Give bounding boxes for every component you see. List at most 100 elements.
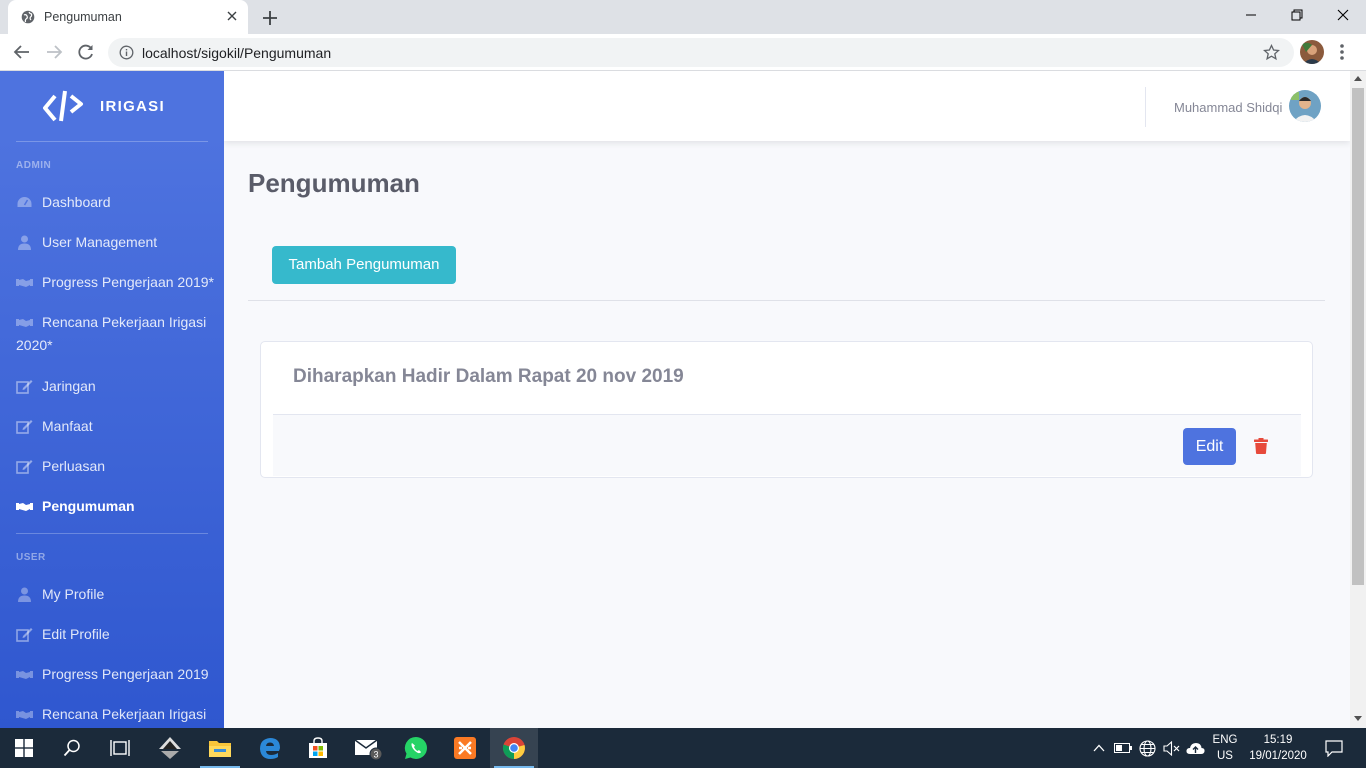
browser-toolbar: localhost/sigokil/Pengumuman bbox=[0, 34, 1366, 71]
battery-tray[interactable] bbox=[1112, 728, 1134, 768]
page-title: Pengumuman bbox=[248, 168, 420, 198]
sidebar-item-progress-pengerjaan[interactable]: Progress Pengerjaan 2019* bbox=[0, 271, 224, 294]
taskbar-app-edge[interactable] bbox=[246, 728, 294, 768]
sidebar-item-label: User Management bbox=[42, 234, 158, 250]
close-tab-icon[interactable] bbox=[224, 8, 240, 24]
tray-overflow-button[interactable] bbox=[1090, 728, 1108, 768]
handshake-icon bbox=[16, 319, 33, 327]
avatar-image bbox=[1300, 40, 1324, 64]
sidebar-item-label: Jaringan bbox=[42, 378, 96, 394]
bookmark-star-icon[interactable] bbox=[1263, 44, 1280, 61]
sidebar-heading-user: USER bbox=[16, 552, 46, 563]
edit-icon bbox=[16, 420, 33, 434]
restore-icon bbox=[1291, 9, 1303, 21]
close-icon bbox=[1337, 9, 1349, 21]
taskbar-app-inkscape[interactable] bbox=[146, 728, 194, 768]
sidebar-item-my-profile[interactable]: My Profile bbox=[0, 583, 224, 606]
user-icon bbox=[18, 587, 31, 602]
announcement-card-footer: Edit bbox=[273, 414, 1301, 476]
scroll-up-icon[interactable] bbox=[1354, 75, 1362, 81]
add-announcement-button[interactable]: Tambah Pengumuman bbox=[272, 246, 456, 284]
sidebar-item-dashboard[interactable]: Dashboard bbox=[0, 191, 224, 214]
handshake-icon bbox=[16, 711, 33, 719]
taskbar-app-mail[interactable]: 3 bbox=[344, 728, 392, 768]
trash-icon[interactable] bbox=[1254, 438, 1268, 454]
task-view-button[interactable] bbox=[96, 728, 144, 768]
start-button[interactable] bbox=[0, 728, 48, 768]
sidebar-item-label: Rencana Pekerjaan Irigasi bbox=[42, 706, 207, 722]
more-menu-icon[interactable] bbox=[1338, 42, 1346, 62]
browser-tab[interactable]: Pengumuman bbox=[8, 0, 248, 34]
sidebar-heading-admin: ADMIN bbox=[16, 160, 52, 171]
volume-tray[interactable] bbox=[1160, 728, 1182, 768]
info-icon[interactable] bbox=[119, 45, 134, 60]
sidebar-item-label: Edit Profile bbox=[42, 626, 110, 642]
reload-icon[interactable] bbox=[76, 42, 96, 62]
search-button[interactable] bbox=[48, 728, 96, 768]
sidebar-item-perluasan[interactable]: Perluasan bbox=[0, 455, 224, 478]
handshake-icon bbox=[16, 671, 33, 679]
scrollbar-thumb[interactable] bbox=[1352, 88, 1364, 585]
region-code: US bbox=[1217, 750, 1233, 762]
sidebar-brand[interactable]: IRIGASI bbox=[0, 71, 224, 141]
tachometer-icon bbox=[17, 197, 32, 207]
scroll-down-icon[interactable] bbox=[1354, 716, 1362, 722]
address-bar[interactable]: localhost/sigokil/Pengumuman bbox=[108, 38, 1294, 67]
sidebar-item-edit-profile[interactable]: Edit Profile bbox=[0, 623, 224, 646]
announcement-title: Diharapkan Hadir Dalam Rapat 20 nov 2019 bbox=[293, 366, 684, 387]
search-icon bbox=[63, 739, 80, 757]
handshake-icon bbox=[16, 503, 33, 511]
onedrive-tray[interactable] bbox=[1184, 728, 1206, 768]
handshake-icon bbox=[16, 279, 33, 287]
taskbar-app-whatsapp[interactable] bbox=[392, 728, 440, 768]
edit-icon bbox=[16, 628, 33, 642]
sidebar-item-jaringan[interactable]: Jaringan bbox=[0, 375, 224, 398]
restore-button[interactable] bbox=[1274, 0, 1320, 30]
xampp-icon bbox=[454, 737, 476, 759]
minimize-button[interactable] bbox=[1228, 0, 1274, 30]
sidebar-item-progress-pengerjaan-2019[interactable]: Progress Pengerjaan 2019 bbox=[0, 663, 224, 686]
chrome-profile-avatar[interactable] bbox=[1300, 40, 1324, 64]
taskbar-app-store[interactable] bbox=[294, 728, 342, 768]
chrome-icon bbox=[502, 737, 525, 760]
network-tray[interactable] bbox=[1136, 728, 1158, 768]
clock-time: 15:19 bbox=[1263, 734, 1293, 746]
sidebar-item-manfaat[interactable]: Manfaat bbox=[0, 415, 224, 438]
clock[interactable]: 15:19 19/01/2020 bbox=[1244, 728, 1312, 768]
topbar: Muhammad Shidqi bbox=[224, 71, 1350, 141]
notification-icon bbox=[1325, 739, 1343, 757]
sidebar-item-label: Dashboard bbox=[42, 194, 111, 210]
input-language[interactable]: ENG US bbox=[1206, 728, 1244, 768]
action-center-button[interactable] bbox=[1316, 728, 1352, 768]
store-icon bbox=[309, 737, 327, 758]
sidebar-item-pengumuman[interactable]: Pengumuman bbox=[0, 495, 224, 518]
brand-name: IRIGASI bbox=[100, 98, 165, 115]
task-view-icon bbox=[110, 740, 130, 756]
new-tab-icon[interactable] bbox=[260, 8, 280, 28]
cloud-upload-icon bbox=[1185, 742, 1205, 754]
sidebar-item-rencana-pekerjaan-2020[interactable]: Rencana Pekerjaan Irigasi 2020* bbox=[0, 311, 224, 357]
topbar-username[interactable]: Muhammad Shidqi bbox=[1174, 100, 1282, 115]
sidebar-item-user-management[interactable]: User Management bbox=[0, 231, 224, 254]
taskbar-app-xampp[interactable] bbox=[441, 728, 489, 768]
url-text: localhost/sigokil/Pengumuman bbox=[142, 45, 332, 61]
page-scrollbar[interactable] bbox=[1350, 71, 1366, 728]
sidebar-item-label: Rencana Pekerjaan Irigasi 2020* bbox=[16, 314, 207, 353]
user-icon bbox=[18, 235, 31, 250]
back-icon[interactable] bbox=[12, 42, 32, 62]
edit-button[interactable]: Edit bbox=[1183, 428, 1236, 465]
code-logo-icon bbox=[43, 90, 83, 122]
close-window-button[interactable] bbox=[1320, 0, 1366, 30]
sidebar-item-label: Progress Pengerjaan 2019 bbox=[42, 666, 209, 682]
inkscape-icon bbox=[159, 737, 181, 759]
taskbar-app-file-explorer[interactable] bbox=[196, 728, 244, 768]
language-code: ENG bbox=[1212, 734, 1238, 746]
user-avatar[interactable] bbox=[1289, 90, 1321, 122]
sidebar-item-rencana-pekerjaan[interactable]: Rencana Pekerjaan Irigasi bbox=[0, 703, 224, 726]
taskbar-app-chrome[interactable] bbox=[490, 728, 538, 768]
avatar-image bbox=[1289, 90, 1321, 122]
globe-icon bbox=[21, 10, 35, 24]
windows-taskbar: 3 ENG US 15:19 19/01/2020 bbox=[0, 728, 1366, 768]
forward-icon[interactable] bbox=[44, 42, 64, 62]
sidebar-divider bbox=[16, 141, 208, 142]
